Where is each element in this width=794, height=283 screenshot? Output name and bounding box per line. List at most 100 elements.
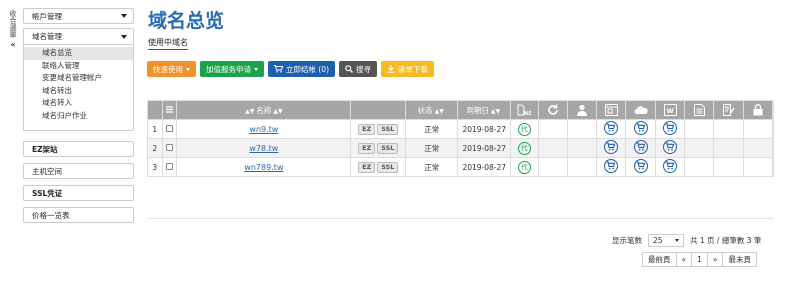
sidebar-item-contacts[interactable]: 联络人管理 <box>24 60 133 73</box>
wordpress-cart-cell <box>654 119 686 139</box>
tags-cell: EZ SSL <box>350 138 407 158</box>
tags-cell: EZ SSL <box>350 157 407 177</box>
proxy-badge[interactable]: 代 <box>517 122 531 136</box>
sidebar-item-hosting[interactable]: 主机空间 <box>23 163 134 179</box>
lock-cell <box>742 138 774 158</box>
col-website <box>596 100 627 120</box>
cart-icon[interactable] <box>663 159 678 173</box>
col-expire-label: 到期日 <box>466 105 489 115</box>
col-expire[interactable]: 到期日 ▲▼ <box>457 100 512 120</box>
service-tag[interactable]: EZ <box>358 123 376 135</box>
cart-icon[interactable] <box>663 140 678 154</box>
quick-use-button[interactable]: 快速使用 <box>147 61 196 77</box>
page-number-button[interactable]: 1 <box>691 252 708 267</box>
expire-cell: 2019-08-27 <box>457 138 512 158</box>
row-checkbox[interactable] <box>165 143 173 151</box>
service-tag[interactable]: EZ <box>358 142 376 154</box>
domain-link[interactable]: wn789.tw <box>244 163 283 172</box>
cart-icon[interactable] <box>633 121 648 135</box>
sidebar-item-change-account[interactable]: 变更域名管理帐户 <box>24 72 133 85</box>
lock-icon <box>753 104 763 116</box>
dns-cell: 代 <box>510 119 539 139</box>
status-cell: 正常 <box>405 138 459 158</box>
cloud-icon <box>634 106 648 114</box>
sidebar-item-transfer-in[interactable]: 域名转入 <box>24 97 133 110</box>
contact-cell <box>566 138 598 158</box>
tab-active-domains[interactable]: 使用中域名 <box>148 37 188 50</box>
cart-icon[interactable] <box>604 121 619 135</box>
document-cell <box>684 119 715 139</box>
sidebar-item-ez-site[interactable]: EZ架站 <box>23 141 134 157</box>
col-hosting <box>625 100 656 120</box>
dns-icon: NS <box>517 104 531 116</box>
service-tag[interactable]: SSL <box>377 123 399 135</box>
proxy-badge[interactable]: 代 <box>517 141 531 155</box>
cart-icon[interactable] <box>633 159 648 173</box>
col-name[interactable]: ▲▼ 名称 ▲▼ <box>176 100 352 120</box>
domain-link[interactable]: wn9.tw <box>249 125 278 134</box>
service-tag[interactable]: SSL <box>377 161 399 173</box>
cart-icon[interactable] <box>633 140 648 154</box>
caret-down-icon <box>186 67 190 71</box>
wordpress-cart-cell <box>654 157 686 177</box>
col-renew <box>537 100 568 120</box>
col-contact <box>566 100 598 120</box>
page-size-label: 显示笔数 <box>612 236 642 245</box>
contact-cell <box>566 157 598 177</box>
addon-service-button[interactable]: 加值服务申请 <box>200 61 264 77</box>
cart-icon <box>274 65 283 73</box>
col-dns: NS <box>510 100 539 120</box>
page-size-select[interactable]: 25 <box>648 234 684 247</box>
hosting-cart-cell <box>625 119 656 139</box>
website-cart-cell <box>596 138 627 158</box>
last-page-button[interactable]: 最末頁 <box>722 252 757 267</box>
sidebar-item-domain-assign[interactable]: 域名归户作业 <box>24 110 133 123</box>
row-index: 1 <box>147 119 163 139</box>
search-button[interactable]: 搜寻 <box>339 61 378 77</box>
document-cell <box>684 138 715 158</box>
table-header-row: ▲▼ 名称 ▲▼ 状态 ▲▼ 到期日 ▲▼ NS W <box>147 100 774 120</box>
sidebar-item-transfer-out[interactable]: 域名转出 <box>24 85 133 98</box>
col-select-all[interactable] <box>161 100 178 120</box>
edit-cell <box>713 157 744 177</box>
first-page-button[interactable]: 最前頁 <box>642 252 677 267</box>
tags-cell: EZ SSL <box>350 119 407 139</box>
prev-page-button[interactable]: « <box>675 252 693 267</box>
proxy-badge[interactable]: 代 <box>517 160 531 174</box>
domain-cell: wn789.tw <box>176 157 352 177</box>
pagination-info: 显示笔数 25 共 1 页 / 總筆數 3 筆 <box>612 234 761 247</box>
row-checkbox[interactable] <box>165 162 173 170</box>
sidebar-domain-dropdown[interactable]: 域名管理 <box>24 29 133 45</box>
sidebar-account-dropdown[interactable]: 帳戶管理 <box>23 8 134 24</box>
download-list-button[interactable]: 清单下载 <box>381 61 435 77</box>
double-left-arrow-icon[interactable]: « <box>8 40 18 49</box>
sidebar-item-pricing[interactable]: 价格一览表 <box>23 207 134 223</box>
dns-cell: 代 <box>510 157 539 177</box>
checkout-button[interactable]: 立即结帐 (0) <box>268 61 336 77</box>
caret-down-icon <box>121 14 127 18</box>
wordpress-icon: W <box>663 104 677 116</box>
cart-icon[interactable] <box>663 121 678 135</box>
edit-cell <box>713 138 744 158</box>
sort-icon: ▲▼ <box>434 107 444 115</box>
domain-cell: w78.tw <box>176 138 352 158</box>
cart-icon[interactable] <box>604 140 619 154</box>
service-tag[interactable]: EZ <box>358 161 376 173</box>
sidebar-item-ssl[interactable]: SSL凭证 <box>23 185 134 201</box>
contact-cell <box>566 119 598 139</box>
next-page-button[interactable]: » <box>706 252 724 267</box>
search-icon <box>345 65 354 73</box>
row-checkbox[interactable] <box>165 124 173 132</box>
svg-text:NS: NS <box>524 111 532 116</box>
collapse-menu-toggle[interactable]: 收合選單 « <box>8 10 18 49</box>
cart-icon[interactable] <box>604 159 619 173</box>
sidebar-item-domain-overview[interactable]: 域名总览 <box>24 47 133 60</box>
sort-icon: ▲▼ <box>273 107 283 115</box>
page-size-value: 25 <box>653 236 663 245</box>
hosting-cart-cell <box>625 157 656 177</box>
svg-text:W: W <box>666 107 673 115</box>
domain-link[interactable]: w78.tw <box>249 144 278 153</box>
col-status[interactable]: 状态 ▲▼ <box>405 100 459 120</box>
col-status-label: 状态 <box>417 105 433 115</box>
service-tag[interactable]: SSL <box>377 142 399 154</box>
